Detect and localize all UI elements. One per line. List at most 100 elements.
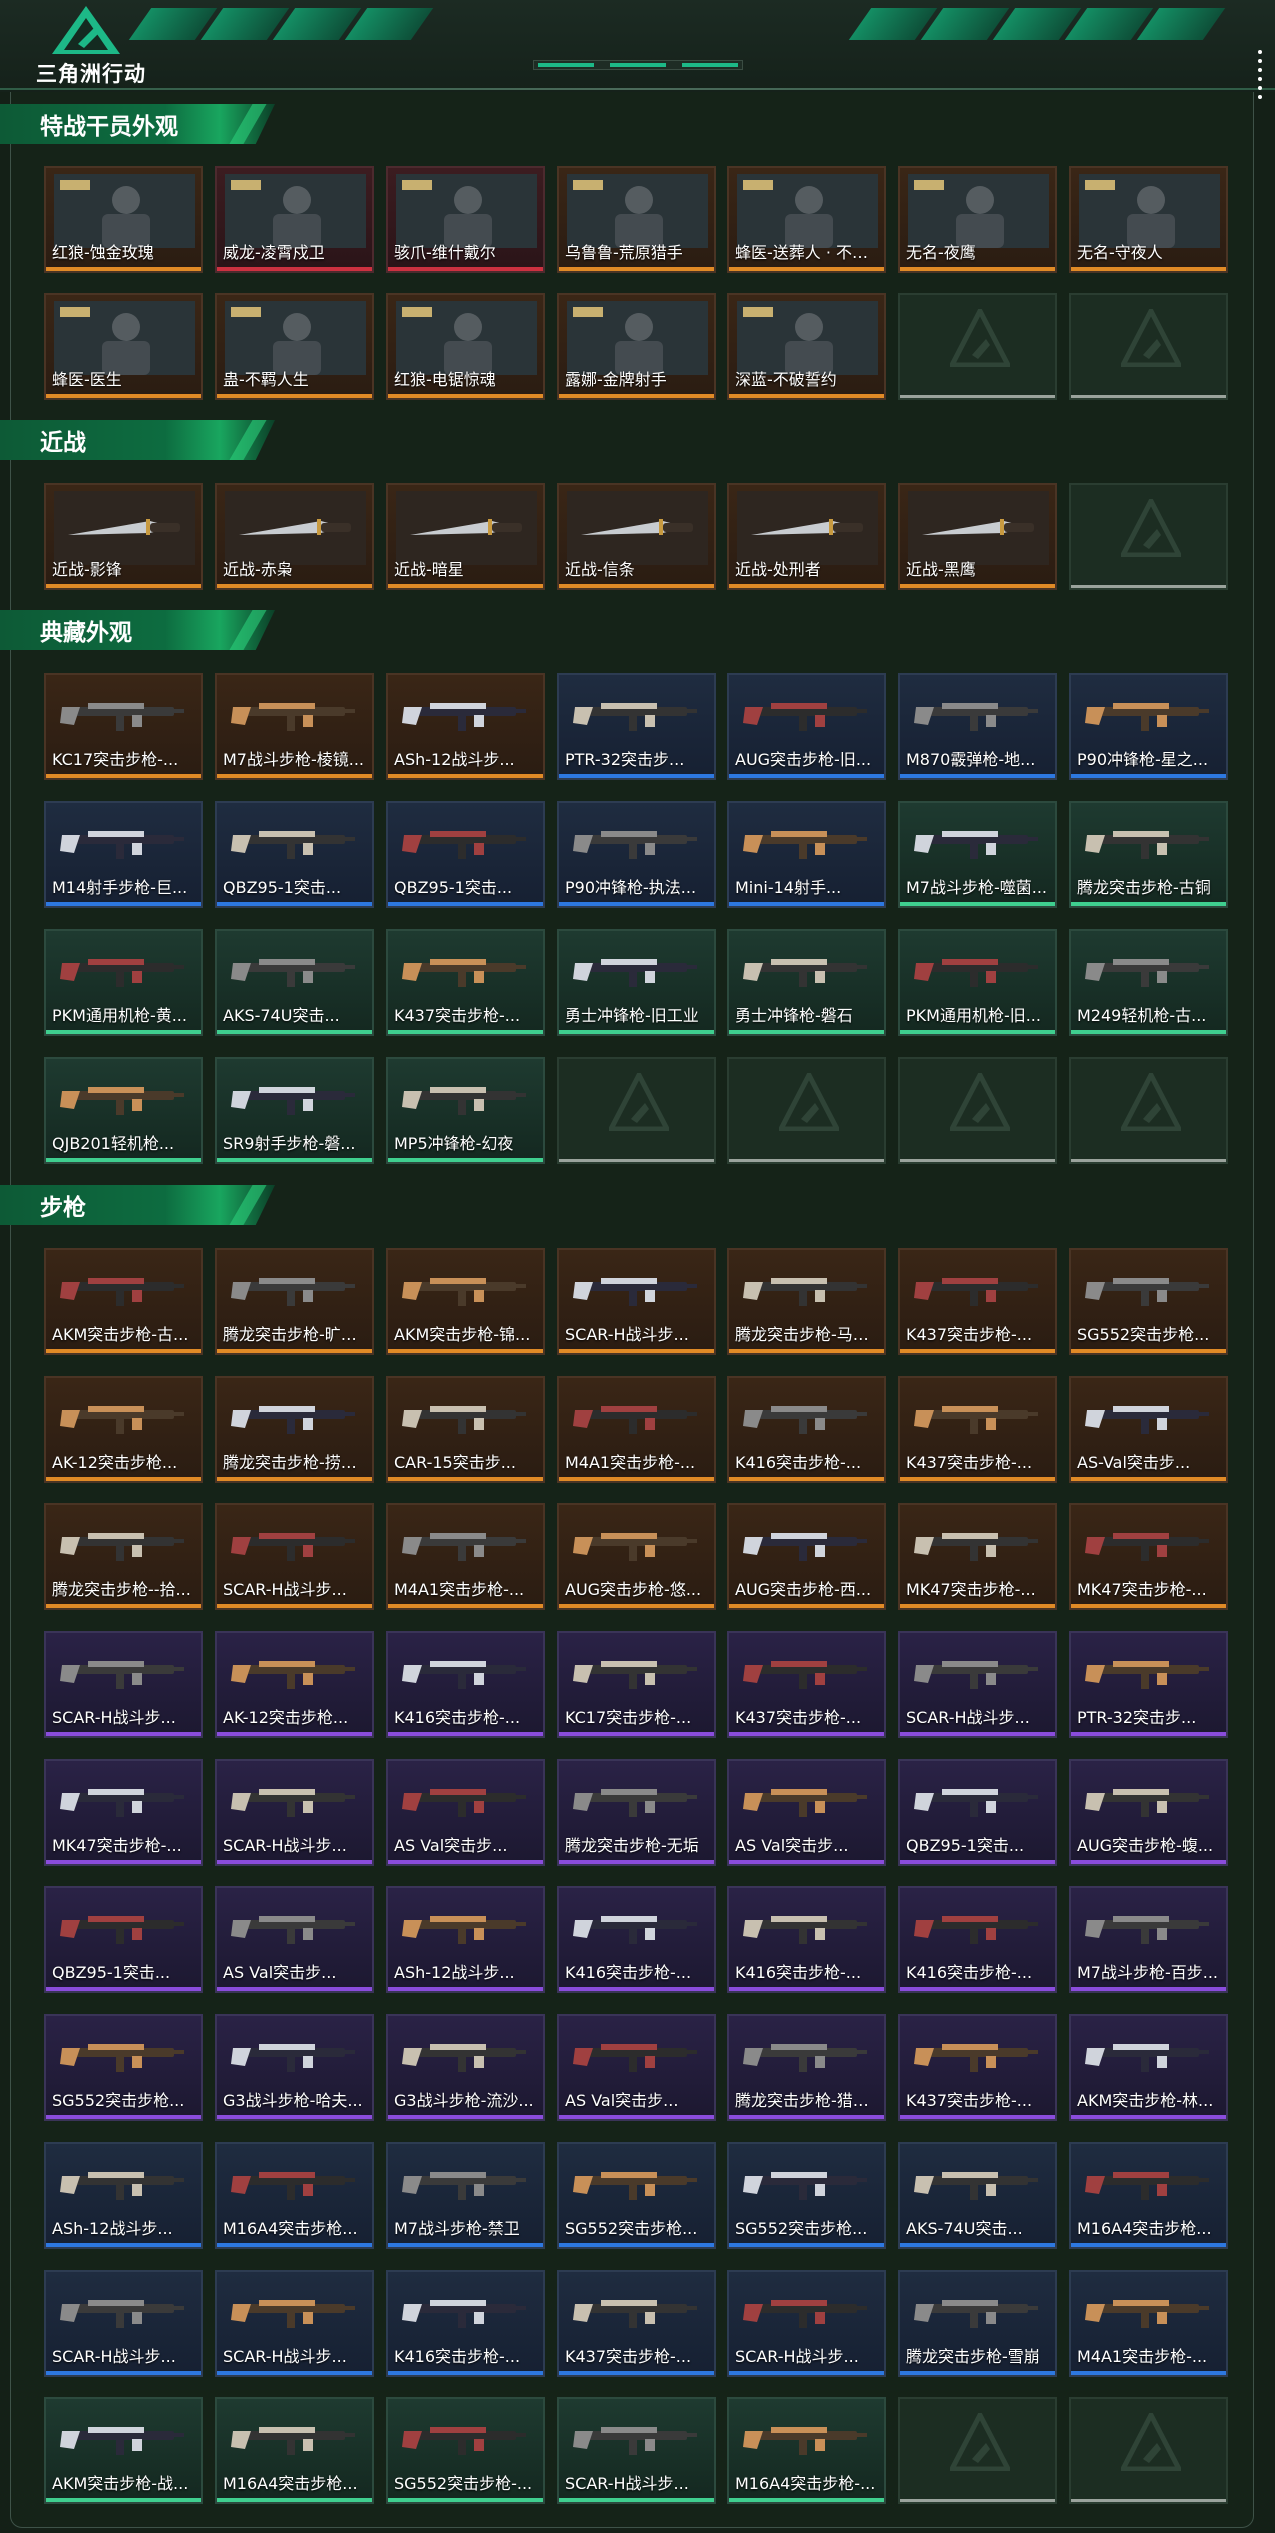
skin-tile[interactable]: K416突击步枪-... <box>557 1886 716 1993</box>
skin-tile[interactable]: MK47突击步枪-... <box>1069 1503 1228 1610</box>
skin-tile[interactable]: AUG突击步枪-悠... <box>557 1503 716 1610</box>
skin-tile[interactable]: SCAR-H战斗步... <box>215 1503 374 1610</box>
skin-tile[interactable]: AK-12突击步枪... <box>215 1631 374 1738</box>
skin-tile[interactable]: K437突击步枪-... <box>557 2270 716 2377</box>
skin-tile[interactable]: PTR-32突击步... <box>1069 1631 1228 1738</box>
skin-tile[interactable]: AK-12突击步枪... <box>44 1376 203 1483</box>
skin-tile[interactable]: M14射手步枪-巨... <box>44 801 203 908</box>
skin-tile[interactable]: AKS-74U突击... <box>898 2142 1057 2249</box>
skin-tile[interactable]: KC17突击步枪-... <box>44 673 203 780</box>
skin-tile[interactable]: SCAR-H战斗步... <box>44 2270 203 2377</box>
skin-tile[interactable]: 腾龙突击步枪-捞点... <box>215 1376 374 1483</box>
skin-tile[interactable]: CAR-15突击步... <box>386 1376 545 1483</box>
skin-tile[interactable]: 腾龙突击步枪-雪崩 <box>898 2270 1057 2377</box>
skin-tile[interactable]: K416突击步枪-... <box>727 1886 886 1993</box>
more-menu-icon[interactable] <box>1258 50 1264 100</box>
skin-tile[interactable]: 红狼-电锯惊魂 <box>386 293 545 400</box>
skin-tile[interactable]: AS Val突击步... <box>557 2014 716 2121</box>
skin-tile[interactable]: 腾龙突击步枪-古铜 <box>1069 801 1228 908</box>
skin-tile[interactable]: K437突击步枪-... <box>898 2014 1057 2121</box>
skin-tile[interactable]: AKM突击步枪-林... <box>1069 2014 1228 2121</box>
skin-tile[interactable]: ASh-12战斗步... <box>386 1886 545 1993</box>
skin-tile[interactable]: P90冲锋枪-执法... <box>557 801 716 908</box>
skin-tile[interactable]: AS Val突击步... <box>727 1759 886 1866</box>
skin-tile[interactable]: 威龙-凌霄戍卫 <box>215 166 374 273</box>
skin-tile[interactable]: 近战-处刑者 <box>727 483 886 590</box>
skin-tile[interactable]: 红狼-蚀金玫瑰 <box>44 166 203 273</box>
skin-tile[interactable]: 近战-信条 <box>557 483 716 590</box>
skin-tile[interactable]: M16A4突击步枪... <box>215 2397 374 2504</box>
skin-tile[interactable]: M7战斗步枪-棱镜... <box>215 673 374 780</box>
skin-tile[interactable]: 腾龙突击步枪-猎鳄... <box>727 2014 886 2121</box>
skin-tile[interactable]: 近战-黑鹰 <box>898 483 1057 590</box>
skin-tile[interactable]: SG552突击步枪... <box>557 2142 716 2249</box>
skin-tile[interactable]: 近战-赤枭 <box>215 483 374 590</box>
skin-tile[interactable]: 深蓝-不破誓约 <box>727 293 886 400</box>
skin-tile[interactable]: PTR-32突击步... <box>557 673 716 780</box>
skin-tile[interactable]: SR9射手步枪-磐... <box>215 1057 374 1164</box>
skin-tile[interactable]: QBZ95-1突击... <box>215 801 374 908</box>
skin-tile[interactable]: AS-Val突击步... <box>1069 1376 1228 1483</box>
skin-tile[interactable]: M16A4突击步枪... <box>1069 2142 1228 2249</box>
skin-tile[interactable]: 乌鲁鲁-荒原猎手 <box>557 166 716 273</box>
skin-tile[interactable]: AUG突击步枪-西... <box>727 1503 886 1610</box>
skin-tile[interactable]: M16A4突击步枪-... <box>727 2397 886 2504</box>
skin-tile[interactable]: SG552突击步枪... <box>727 2142 886 2249</box>
skin-tile[interactable]: G3战斗步枪-哈夫... <box>215 2014 374 2121</box>
skin-tile[interactable]: SCAR-H战斗步... <box>727 2270 886 2377</box>
skin-tile[interactable]: AKM突击步枪-锦... <box>386 1248 545 1355</box>
skin-tile[interactable]: MK47突击步枪-... <box>898 1503 1057 1610</box>
skin-tile[interactable]: SCAR-H战斗步... <box>215 1759 374 1866</box>
skin-tile[interactable]: M7战斗步枪-百步... <box>1069 1886 1228 1993</box>
skin-tile[interactable]: AUG突击步枪-蝮... <box>1069 1759 1228 1866</box>
skin-tile[interactable]: 勇士冲锋枪-旧工业 <box>557 929 716 1036</box>
skin-tile[interactable]: SCAR-H战斗步... <box>557 2397 716 2504</box>
skin-tile[interactable]: K416突击步枪-... <box>386 1631 545 1738</box>
skin-tile[interactable]: MP5冲锋枪-幻夜 <box>386 1057 545 1164</box>
skin-tile[interactable]: ASh-12战斗步... <box>44 2142 203 2249</box>
skin-tile[interactable]: MK47突击步枪-... <box>44 1759 203 1866</box>
skin-tile[interactable]: K437突击步枪-... <box>727 1631 886 1738</box>
skin-tile[interactable]: QJB201轻机枪... <box>44 1057 203 1164</box>
skin-tile[interactable]: M870霰弹枪-地... <box>898 673 1057 780</box>
skin-tile[interactable]: 勇士冲锋枪-磐石 <box>727 929 886 1036</box>
skin-tile[interactable]: M7战斗步枪-禁卫 <box>386 2142 545 2249</box>
skin-tile[interactable]: Mini-14射手... <box>727 801 886 908</box>
skin-tile[interactable]: M4A1突击步枪-... <box>557 1376 716 1483</box>
skin-tile[interactable]: 无名-夜鹰 <box>898 166 1057 273</box>
skin-tile[interactable]: 蜂医-送葬人 · 不赎... <box>727 166 886 273</box>
skin-tile[interactable]: SG552突击步枪... <box>1069 1248 1228 1355</box>
skin-tile[interactable]: AKM突击步枪-战... <box>44 2397 203 2504</box>
skin-tile[interactable]: 蛊-不羁人生 <box>215 293 374 400</box>
skin-tile[interactable]: 腾龙突击步枪-马年... <box>727 1248 886 1355</box>
skin-tile[interactable]: PKM通用机枪-旧... <box>898 929 1057 1036</box>
skin-tile[interactable]: SCAR-H战斗步... <box>898 1631 1057 1738</box>
skin-tile[interactable]: QBZ95-1突击... <box>44 1886 203 1993</box>
skin-tile[interactable]: K437突击步枪-... <box>898 1376 1057 1483</box>
skin-tile[interactable]: AS Val突击步... <box>215 1886 374 1993</box>
skin-tile[interactable]: SCAR-H战斗步... <box>215 2270 374 2377</box>
skin-tile[interactable]: 骇爪-维什戴尔 <box>386 166 545 273</box>
skin-tile[interactable]: SCAR-H战斗步... <box>44 1631 203 1738</box>
skin-tile[interactable]: G3战斗步枪-流沙... <box>386 2014 545 2121</box>
skin-tile[interactable]: 近战-暗星 <box>386 483 545 590</box>
skin-tile[interactable]: M249轻机枪-古... <box>1069 929 1228 1036</box>
skin-tile[interactable]: 近战-影锋 <box>44 483 203 590</box>
skin-tile[interactable]: 腾龙突击步枪--拾... <box>44 1503 203 1610</box>
skin-tile[interactable]: P90冲锋枪-星之... <box>1069 673 1228 780</box>
skin-tile[interactable]: K437突击步枪-... <box>386 929 545 1036</box>
skin-tile[interactable]: SCAR-H战斗步... <box>557 1248 716 1355</box>
skin-tile[interactable]: QBZ95-1突击... <box>386 801 545 908</box>
skin-tile[interactable]: 无名-守夜人 <box>1069 166 1228 273</box>
skin-tile[interactable]: QBZ95-1突击... <box>898 1759 1057 1866</box>
skin-tile[interactable]: 腾龙突击步枪-无垢 <box>557 1759 716 1866</box>
skin-tile[interactable]: M16A4突击步枪... <box>215 2142 374 2249</box>
skin-tile[interactable]: K416突击步枪-... <box>386 2270 545 2377</box>
skin-tile[interactable]: AUG突击步枪-旧... <box>727 673 886 780</box>
skin-tile[interactable]: AKS-74U突击... <box>215 929 374 1036</box>
skin-tile[interactable]: 蜂医-医生 <box>44 293 203 400</box>
skin-tile[interactable]: K416突击步枪-... <box>727 1376 886 1483</box>
skin-tile[interactable]: PKM通用机枪-黄... <box>44 929 203 1036</box>
skin-tile[interactable]: K437突击步枪-... <box>898 1248 1057 1355</box>
skin-tile[interactable]: K416突击步枪-... <box>898 1886 1057 1993</box>
